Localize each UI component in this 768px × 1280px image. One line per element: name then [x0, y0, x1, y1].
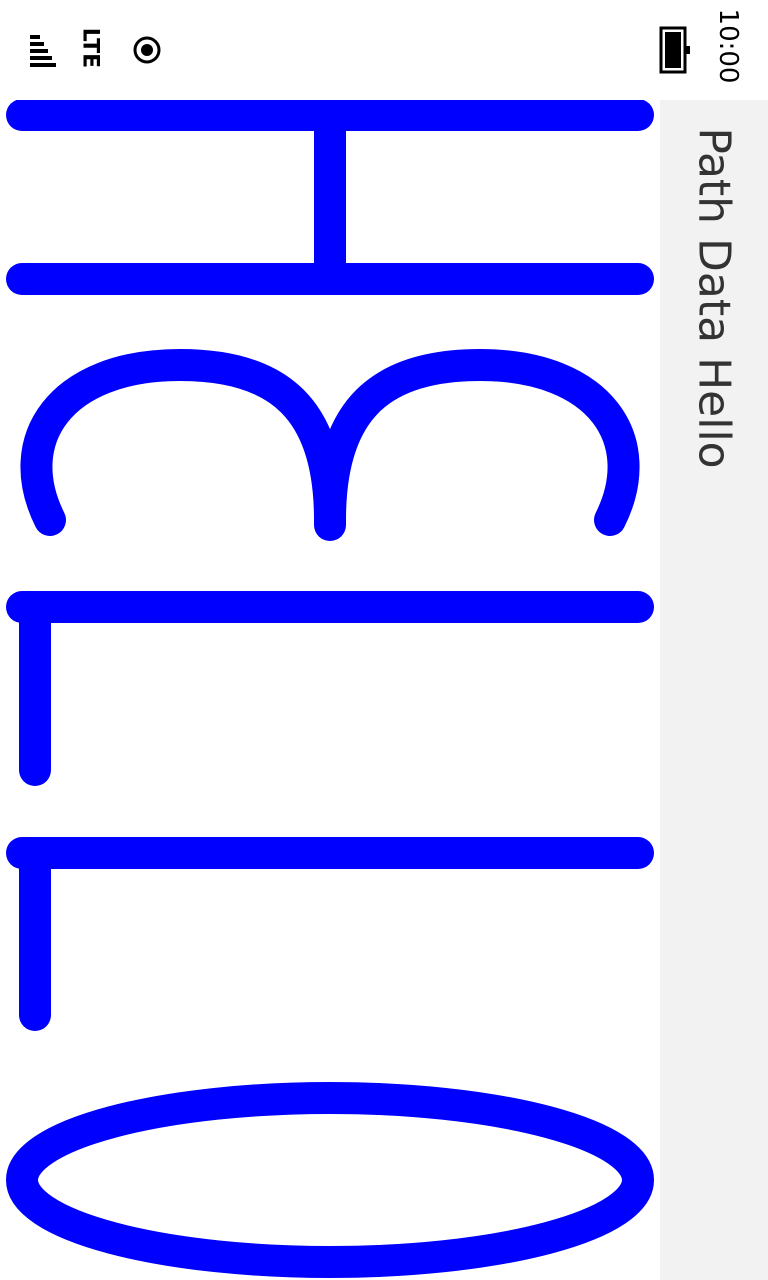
network-type-label: LTE: [77, 27, 103, 69]
letter-l-path: [6, 591, 654, 786]
location-icon: [133, 36, 161, 64]
phone-screen: LTE 10:00 Path Data Hello: [0, 0, 768, 1280]
page-title: Path Data Hello: [688, 127, 740, 469]
signal-strength-icon: [30, 35, 56, 67]
letter-h-path: [6, 100, 654, 295]
letter-o-path: [6, 1082, 654, 1278]
battery-icon: [659, 26, 690, 74]
clock-time: 10:00: [713, 8, 743, 84]
letter-l-path: [6, 837, 654, 1031]
letter-e-path: [20, 349, 640, 541]
path-drawing-canvas: [6, 100, 654, 1278]
status-bar: LTE 10:00: [0, 0, 768, 100]
